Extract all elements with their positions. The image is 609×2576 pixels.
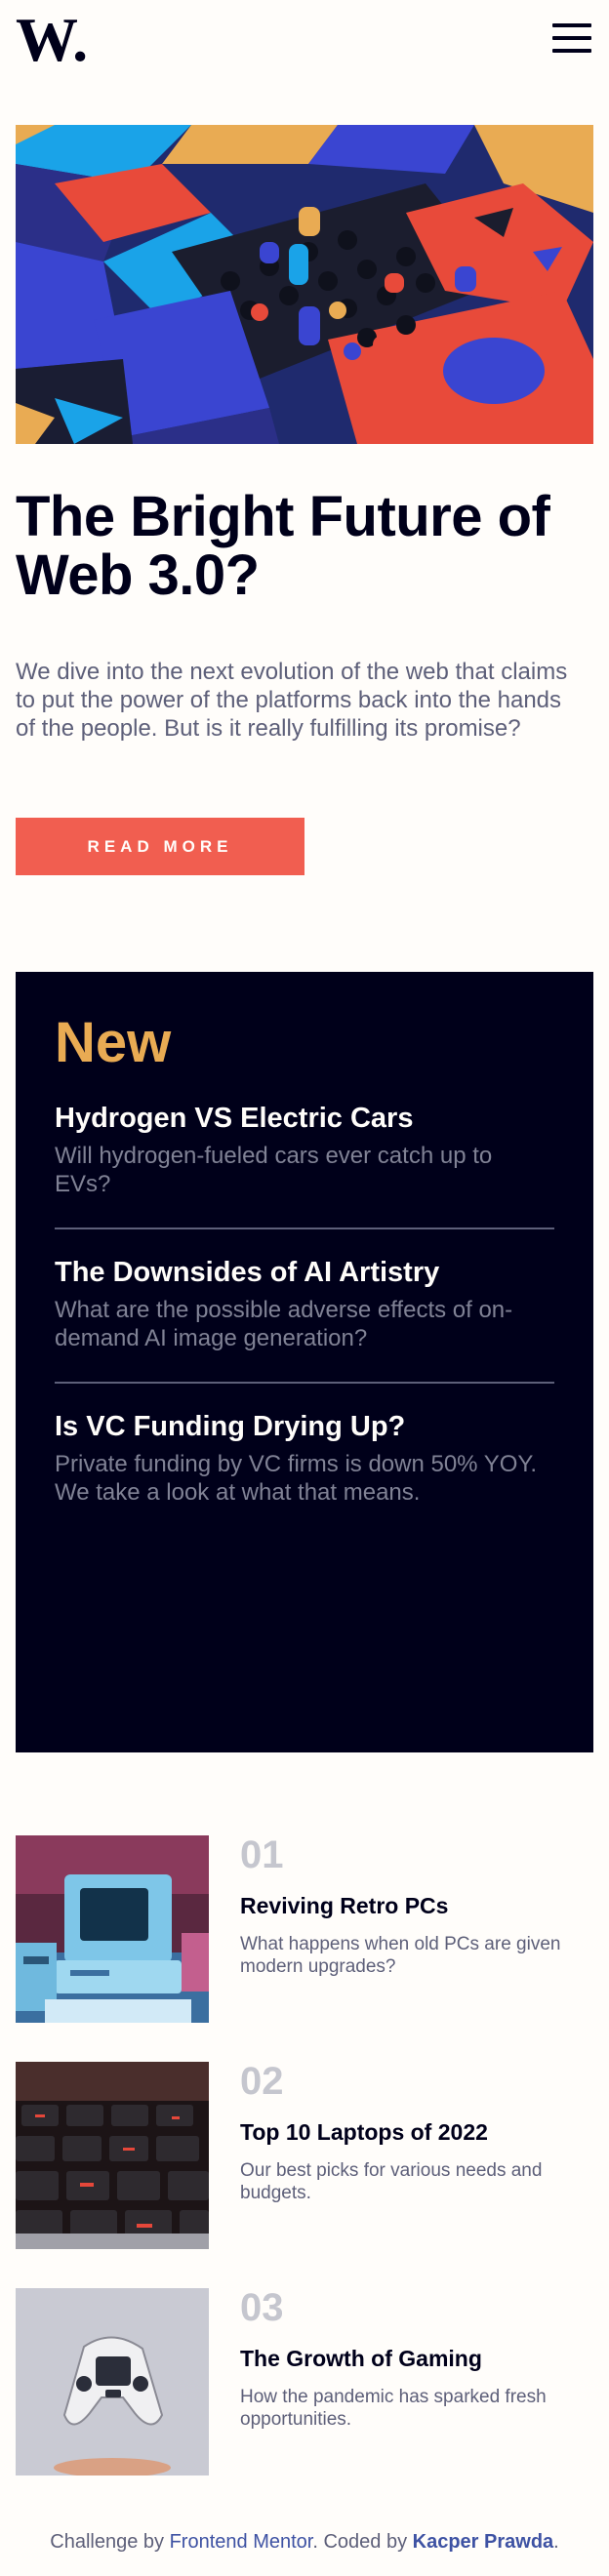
- article-body: 03 The Growth of Gaming How the pandemic…: [240, 2288, 593, 2431]
- article-title[interactable]: The Growth of Gaming: [240, 2345, 593, 2372]
- frontend-mentor-link[interactable]: Frontend Mentor: [170, 2531, 313, 2553]
- article-number: 01: [240, 1833, 284, 1876]
- article-number: 02: [240, 2060, 284, 2103]
- abstract-3d-blocks-illustration: [16, 125, 593, 444]
- hamburger-menu-icon[interactable]: [552, 21, 593, 55]
- read-more-button[interactable]: READ MORE: [16, 818, 304, 875]
- new-item: Hydrogen VS Electric Cars Will hydrogen-…: [55, 1075, 554, 1229]
- hero-image: [16, 125, 593, 444]
- article-text: Our best picks for various needs and bud…: [240, 2160, 543, 2203]
- logo-text: W.: [16, 14, 88, 64]
- article-title[interactable]: Reviving Retro PCs: [240, 1892, 593, 1919]
- article-text: How the pandemic has sparked fresh oppor…: [240, 2387, 547, 2430]
- author-link[interactable]: Kacper Prawda: [413, 2531, 554, 2553]
- article-text: What happens when old PCs are given mode…: [240, 1934, 561, 1977]
- site-header: W.: [16, 0, 593, 125]
- new-section-heading: New: [55, 1011, 172, 1074]
- hero-description: We dive into the next evolution of the w…: [16, 659, 568, 742]
- attribution-footer: Challenge by Frontend Mentor. Coded by K…: [0, 2531, 609, 2554]
- article-card: 03 The Growth of Gaming How the pandemic…: [16, 2288, 593, 2475]
- new-item-title[interactable]: The Downsides of AI Artistry: [55, 1255, 554, 1290]
- retro-pc-image[interactable]: [16, 1835, 209, 2023]
- footer-suffix: .: [553, 2531, 559, 2553]
- article-body: 01 Reviving Retro PCs What happens when …: [240, 1835, 593, 1978]
- hero-title: The Bright Future of Web 3.0?: [16, 485, 550, 607]
- new-item-text: Will hydrogen-fueled cars ever catch up …: [55, 1143, 493, 1197]
- new-item: Is VC Funding Drying Up? Private funding…: [55, 1384, 554, 1536]
- new-articles-panel: New Hydrogen VS Electric Cars Will hydro…: [16, 972, 593, 1752]
- new-item-title[interactable]: Is VC Funding Drying Up?: [55, 1409, 554, 1444]
- article-body: 02 Top 10 Laptops of 2022 Our best picks…: [240, 2062, 593, 2204]
- new-item-text: Private funding by VC firms is down 50% …: [55, 1451, 538, 1506]
- footer-prefix: Challenge by: [50, 2531, 170, 2553]
- game-controller-image[interactable]: [16, 2288, 209, 2475]
- laptop-keyboard-image[interactable]: [16, 2062, 209, 2249]
- article-title[interactable]: Top 10 Laptops of 2022: [240, 2118, 593, 2146]
- article-number: 03: [240, 2286, 284, 2329]
- new-item-title[interactable]: Hydrogen VS Electric Cars: [55, 1101, 554, 1136]
- article-card: 01 Reviving Retro PCs What happens when …: [16, 1835, 593, 2023]
- logo[interactable]: W.: [16, 14, 94, 64]
- article-card: 02 Top 10 Laptops of 2022 Our best picks…: [16, 2062, 593, 2249]
- footer-middle: . Coded by: [312, 2531, 413, 2553]
- new-item: The Downsides of AI Artistry What are th…: [55, 1229, 554, 1384]
- new-item-text: What are the possible adverse effects of…: [55, 1297, 513, 1351]
